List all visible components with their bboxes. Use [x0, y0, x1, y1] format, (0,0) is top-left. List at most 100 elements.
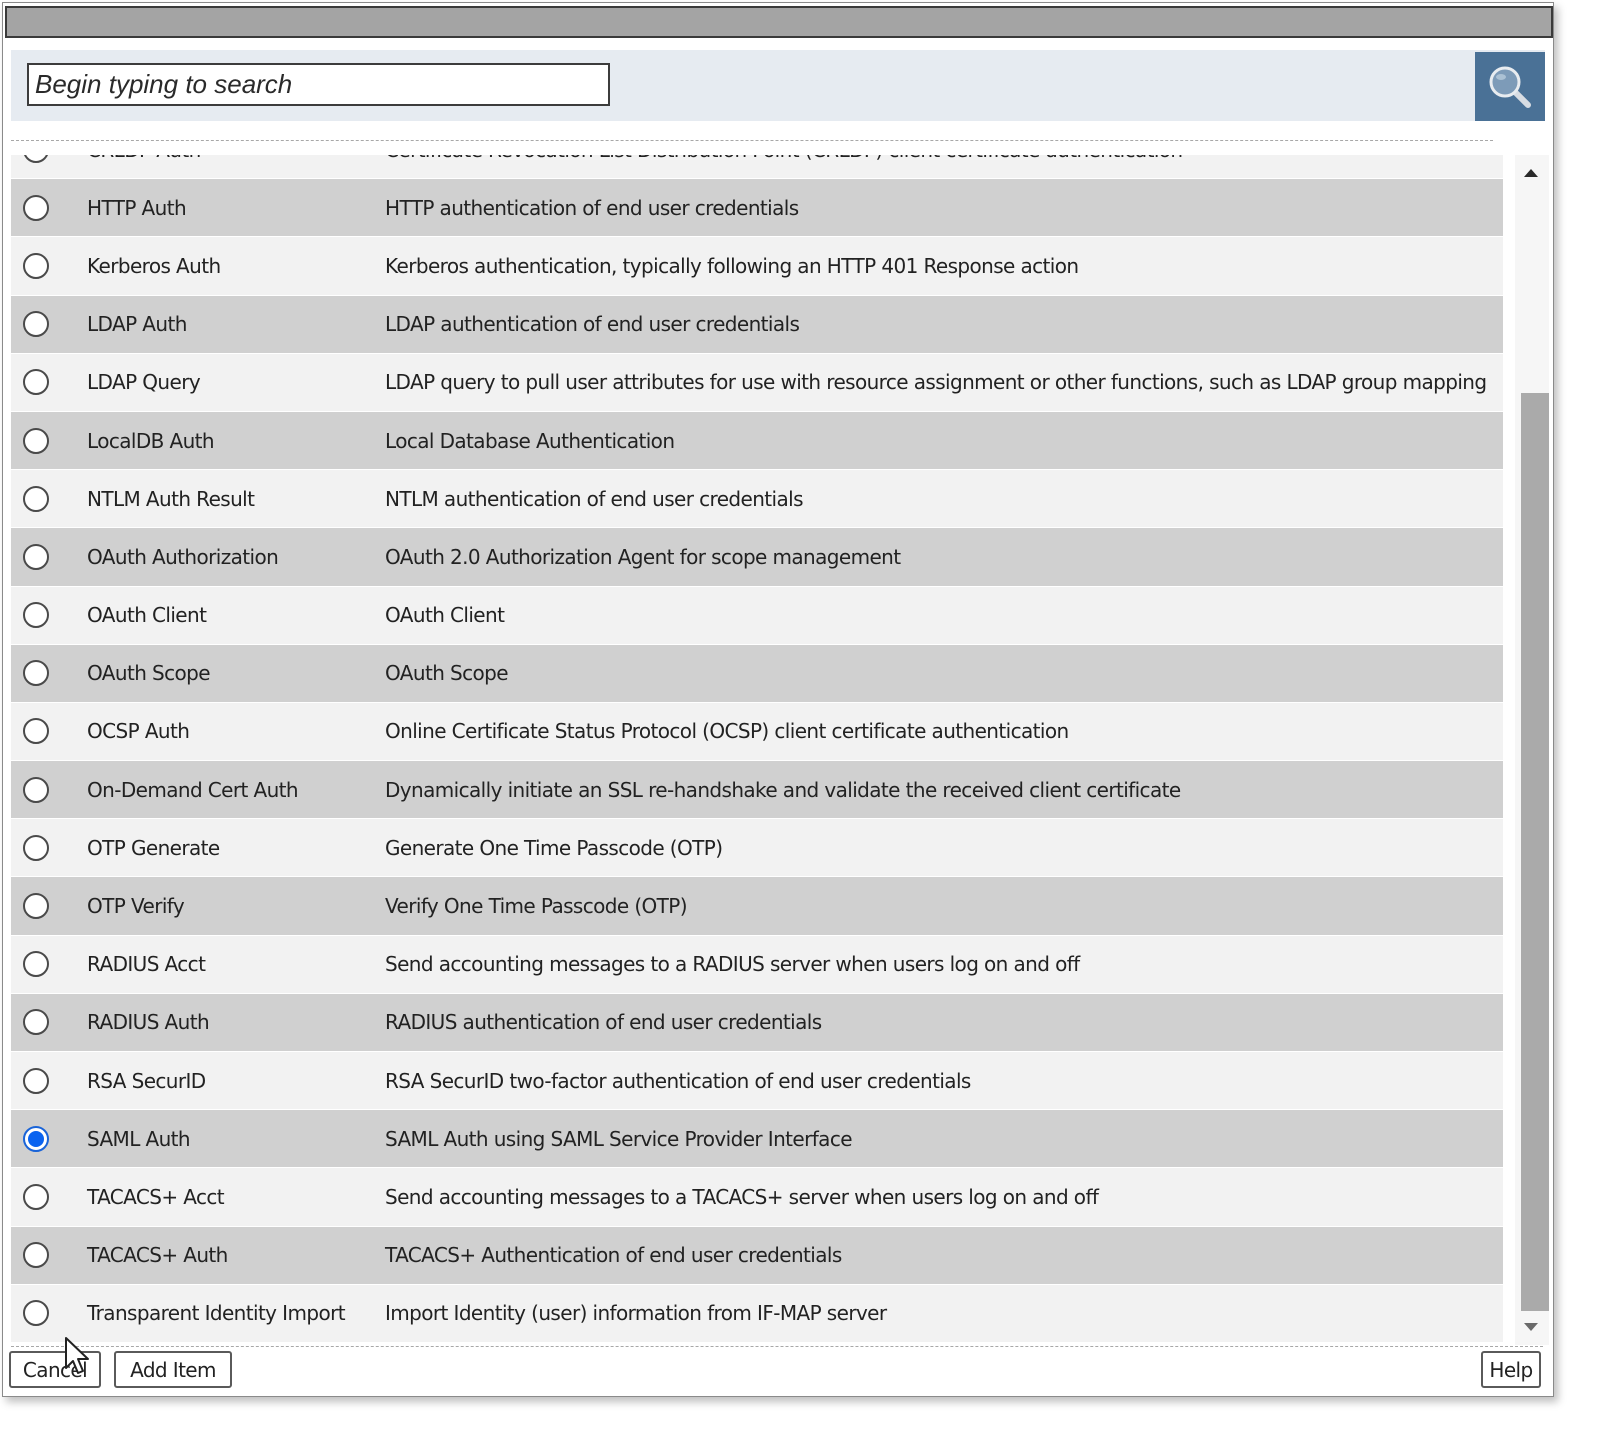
dialog-titlebar[interactable] [5, 6, 1553, 38]
item-name: OAuth Authorization [87, 544, 279, 569]
scroll-up-arrow-icon[interactable] [1524, 169, 1538, 177]
radio-button[interactable] [23, 1183, 49, 1210]
item-name: RADIUS Acct [87, 952, 206, 977]
item-name: LDAP Auth [87, 312, 187, 337]
list-item[interactable]: LDAP Auth LDAP authentication of end user… [11, 295, 1503, 354]
search-bar [11, 50, 1545, 121]
item-description: OAuth Client [385, 603, 505, 628]
scroll-thumb[interactable] [1521, 393, 1549, 1311]
radio-button[interactable] [23, 602, 49, 629]
item-description: Send accounting messages to a RADIUS ser… [385, 952, 1080, 977]
item-description: Certificate Revocation List Distribution… [385, 155, 1183, 162]
item-name: SAML Auth [87, 1126, 191, 1151]
item-name: OAuth Scope [87, 661, 211, 686]
list-item[interactable]: OCSP Auth Online Certificate Status Proto… [11, 702, 1503, 762]
list-item[interactable]: NTLM Auth Result NTLM authentication of e… [11, 470, 1503, 529]
list-item[interactable]: OAuth Authorization OAuth 2.0 Authorizati… [11, 528, 1503, 587]
item-name: Kerberos Auth [87, 253, 221, 278]
item-list: CRLDP Auth Certificate Revocation List Di… [11, 155, 1505, 1345]
item-description: TACACS+ Authentication of end user crede… [385, 1243, 842, 1268]
item-description: Dynamically initiate an SSL re-handshake… [385, 777, 1181, 802]
item-name: On-Demand Cert Auth [87, 777, 299, 802]
list-item[interactable]: Kerberos Auth Kerberos authentication, ty… [11, 237, 1503, 296]
item-name: OTP Verify [87, 894, 185, 919]
radio-button[interactable] [23, 155, 49, 163]
item-name: TACACS+ Acct [87, 1184, 225, 1209]
radio-button[interactable] [23, 718, 49, 745]
item-description: OAuth Scope [385, 661, 509, 686]
item-description: Import Identity (user) information from … [385, 1301, 887, 1326]
radio-button[interactable] [23, 776, 49, 803]
radio-button[interactable] [23, 951, 49, 978]
item-description: RADIUS authentication of end user creden… [385, 1010, 822, 1035]
item-name: OAuth Client [87, 603, 207, 628]
list-item[interactable]: On-Demand Cert Auth Dynamically initiate … [11, 761, 1503, 820]
list-item[interactable]: OTP Verify Verify One Time Passcode (OTP) [11, 877, 1503, 936]
radio-button-selected[interactable] [23, 1125, 49, 1152]
item-description: HTTP authentication of end user credenti… [385, 195, 799, 220]
cancel-button[interactable]: Cancel [9, 1351, 101, 1388]
search-button[interactable] [1475, 52, 1545, 121]
item-description: LDAP query to pull user attributes for u… [385, 370, 1487, 395]
radio-button[interactable] [23, 369, 49, 396]
radio-button[interactable] [23, 1300, 49, 1327]
radio-button[interactable] [23, 194, 49, 221]
radio-button[interactable] [23, 485, 49, 512]
radio-button[interactable] [23, 543, 49, 570]
item-name: OTP Generate [87, 835, 220, 860]
item-name: RADIUS Auth [87, 1010, 210, 1035]
radio-button[interactable] [23, 660, 49, 687]
list-item[interactable]: HTTP Auth HTTP authentication of end user… [11, 179, 1503, 238]
radio-button[interactable] [23, 311, 49, 338]
radio-button[interactable] [23, 252, 49, 279]
list-item[interactable]: OAuth Scope OAuth Scope [11, 644, 1503, 703]
item-name: LocalDB Auth [87, 428, 215, 453]
search-input[interactable] [27, 63, 610, 106]
separator [11, 1346, 1543, 1347]
radio-button[interactable] [23, 834, 49, 861]
list-item[interactable]: OAuth Client OAuth Client [11, 586, 1503, 645]
add-item-dialog: CRLDP Auth Certificate Revocation List Di… [2, 2, 1554, 1397]
item-name: LDAP Query [87, 370, 201, 395]
radio-button[interactable] [23, 893, 49, 920]
list-item[interactable]: OTP Generate Generate One Time Passcode (… [11, 819, 1503, 878]
radio-button[interactable] [23, 427, 49, 454]
item-name: OCSP Auth [87, 719, 190, 744]
item-description: Generate One Time Passcode (OTP) [385, 835, 723, 860]
scroll-down-arrow-icon[interactable] [1524, 1323, 1538, 1331]
list-item[interactable]: RADIUS Acct Send accounting messages to a… [11, 935, 1503, 994]
list-item[interactable]: Transparent Identity Import Import Identi… [11, 1284, 1503, 1343]
list-item[interactable]: RADIUS Auth RADIUS authentication of end … [11, 993, 1503, 1052]
item-description: SAML Auth using SAML Service Provider In… [385, 1126, 853, 1151]
item-name: Transparent Identity Import [87, 1301, 346, 1326]
list-item[interactable]: RSA SecurID RSA SecurID two-factor authen… [11, 1052, 1503, 1111]
item-description: Local Database Authentication [385, 428, 675, 453]
radio-button[interactable] [23, 1242, 49, 1269]
item-name: CRLDP Auth [87, 155, 201, 162]
item-name: HTTP Auth [87, 195, 187, 220]
add-item-button[interactable]: Add Item [114, 1351, 232, 1388]
list-item[interactable]: SAML Auth SAML Auth using SAML Service Pr… [11, 1110, 1503, 1169]
list-item[interactable]: TACACS+ Acct Send accounting messages to … [11, 1168, 1503, 1227]
separator [11, 140, 1493, 141]
item-name: TACACS+ Auth [87, 1243, 228, 1268]
list-item[interactable]: TACACS+ Auth TACACS+ Authentication of en… [11, 1226, 1503, 1285]
list-item[interactable]: CRLDP Auth Certificate Revocation List Di… [11, 155, 1503, 180]
vertical-scrollbar[interactable] [1515, 155, 1549, 1345]
item-description: Verify One Time Passcode (OTP) [385, 894, 688, 919]
item-name: NTLM Auth Result [87, 486, 255, 511]
item-description: OAuth 2.0 Authorization Agent for scope … [385, 544, 901, 569]
radio-button[interactable] [23, 1067, 49, 1094]
list-item[interactable]: LocalDB Auth Local Database Authenticatio… [11, 411, 1503, 471]
help-button[interactable]: Help [1481, 1351, 1541, 1388]
item-description: Kerberos authentication, typically follo… [385, 253, 1079, 278]
radio-button[interactable] [23, 1009, 49, 1036]
item-description: RSA SecurID two-factor authentication of… [385, 1068, 971, 1093]
item-description: LDAP authentication of end user credenti… [385, 312, 800, 337]
item-description: NTLM authentication of end user credenti… [385, 486, 804, 511]
list-item[interactable]: LDAP Query LDAP query to pull user attrib… [11, 353, 1503, 412]
item-description: Online Certificate Status Protocol (OCSP… [385, 719, 1069, 744]
item-name: RSA SecurID [87, 1068, 206, 1093]
item-description: Send accounting messages to a TACACS+ se… [385, 1184, 1099, 1209]
item-list-content: CRLDP Auth Certificate Revocation List Di… [11, 155, 1505, 1343]
